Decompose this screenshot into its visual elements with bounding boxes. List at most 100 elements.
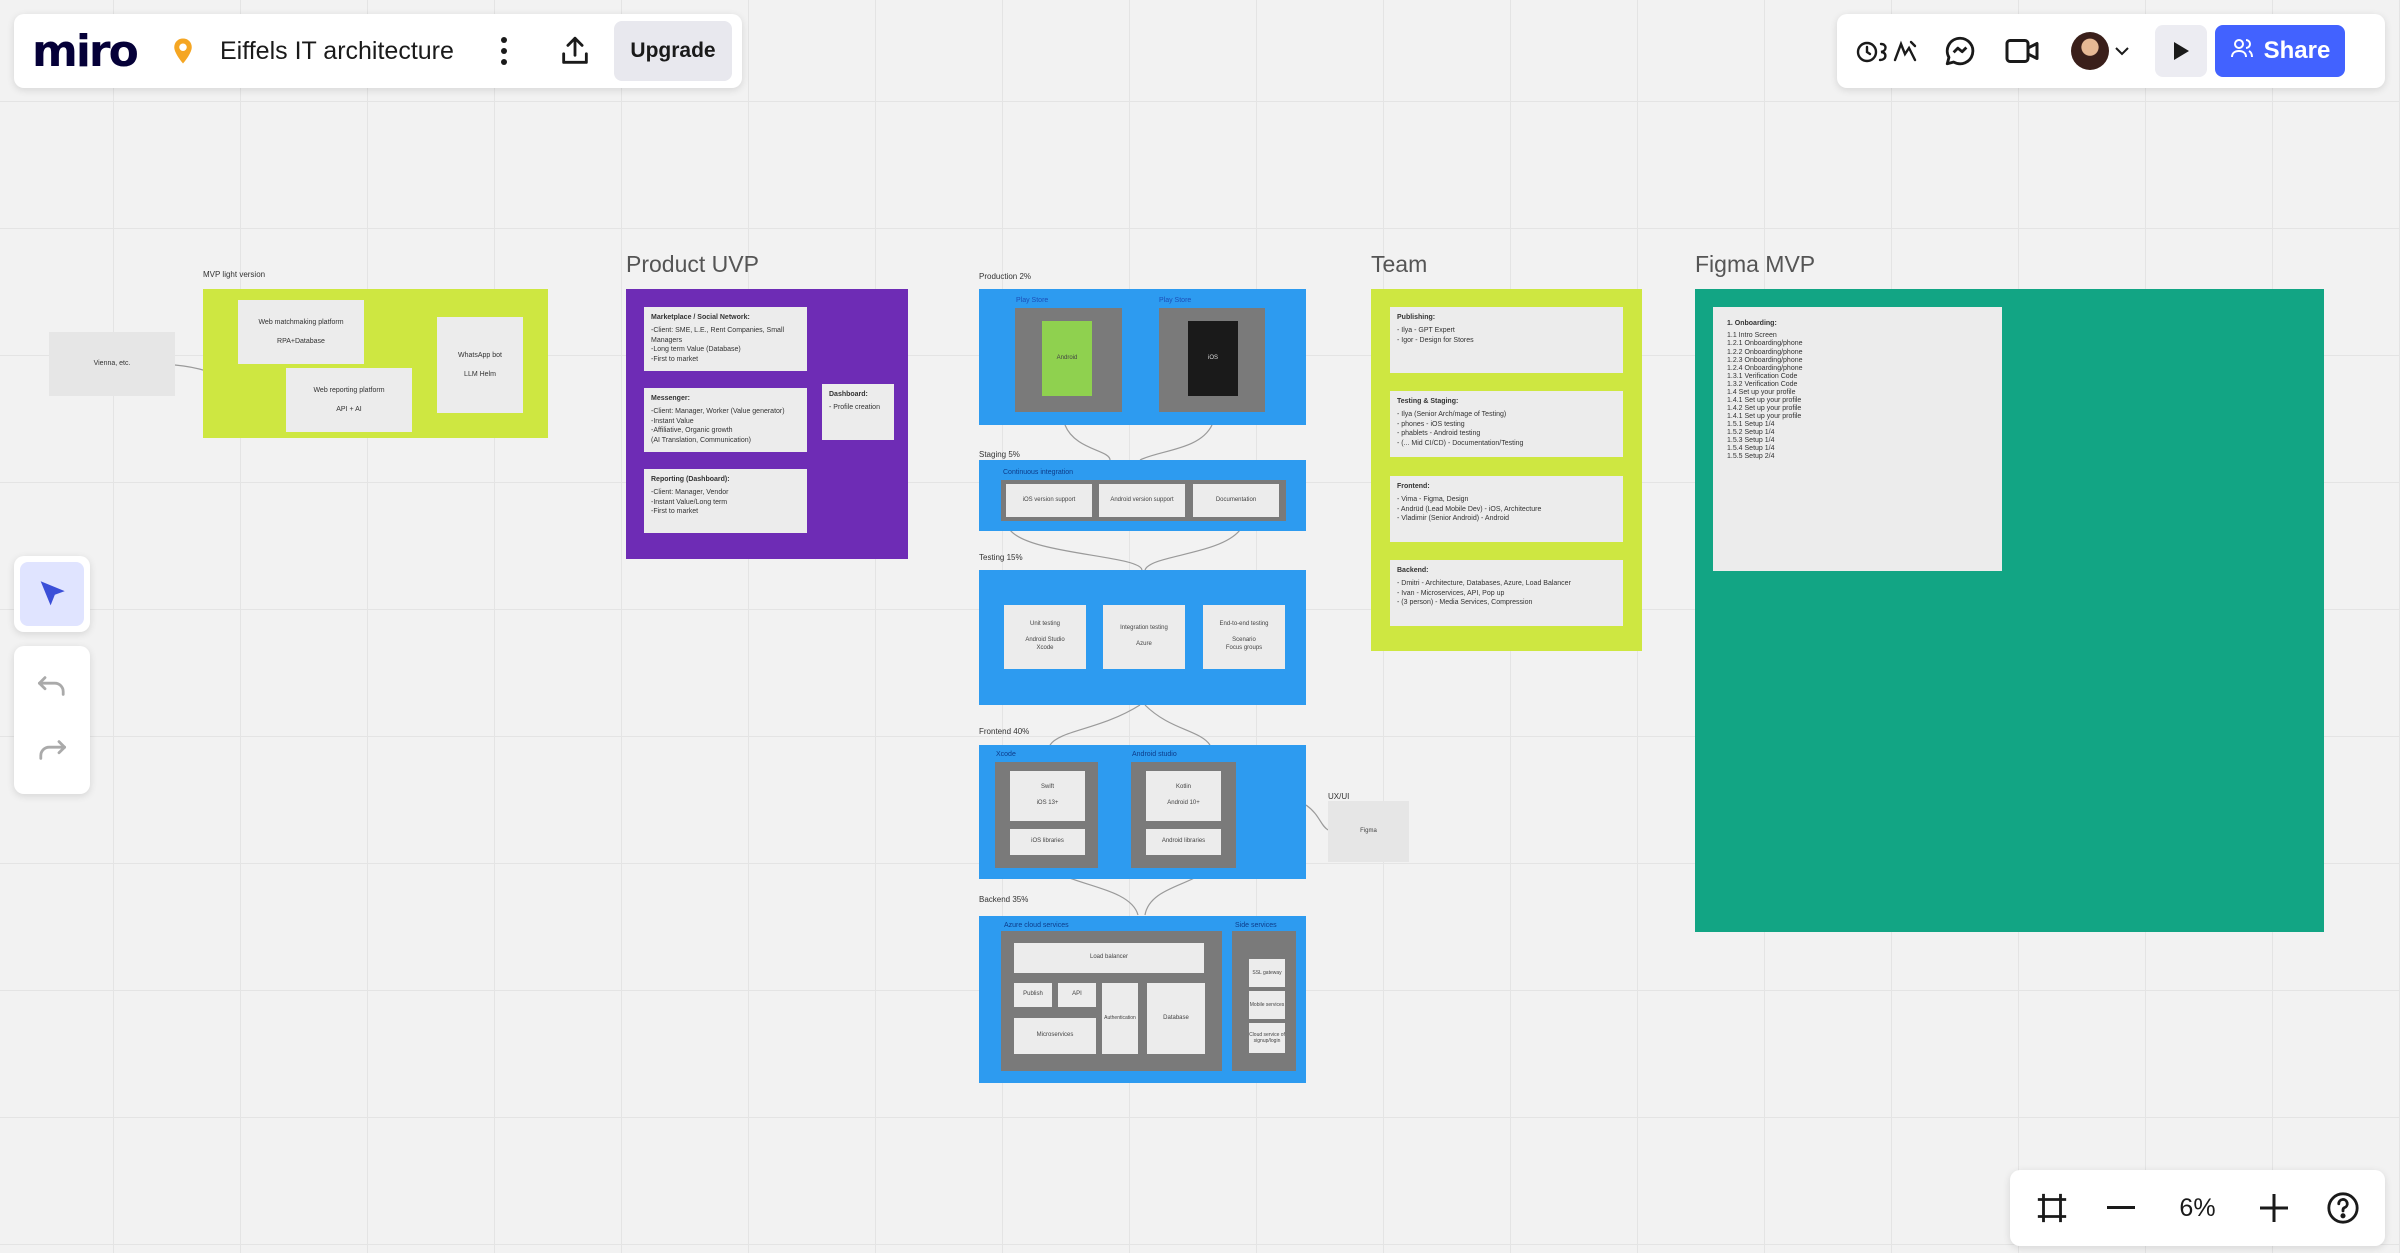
zoom-controls: 6% (2010, 1170, 2385, 1246)
mvp-whatsapp-sticky[interactable]: WhatsApp bot LLM Helm (437, 317, 523, 413)
cloud-services-sticky[interactable]: Cloud service of signup/login (1249, 1023, 1285, 1053)
kotlin-sticky[interactable]: Kotlin Android 10+ (1146, 771, 1221, 821)
team-frontend-sticky[interactable]: Frontend: - Vima - Figma, Design - Andrü… (1390, 476, 1623, 542)
uvp-reporting-text: -Client: Manager, Vendor -Instant Value/… (651, 489, 729, 516)
e2e-testing-sticky[interactable]: End-to-end testing Scenario Focus groups (1203, 605, 1285, 669)
location-pin-icon[interactable] (168, 36, 198, 66)
uvp-dashboard-title: Dashboard: (829, 391, 868, 398)
redo-icon[interactable] (35, 736, 69, 769)
mvp-platform-sticky[interactable]: Web matchmaking platform RPA+Database (238, 300, 364, 364)
figma-frame[interactable]: 1. Onboarding: 1.1 Intro Screen 1.2.1 On… (1695, 289, 2324, 932)
api-sticky[interactable]: API (1058, 983, 1096, 1007)
team-backend-title: Backend: (1397, 567, 1429, 574)
integration-testing-sticky[interactable]: Integration testing Azure (1103, 605, 1185, 669)
plus-icon[interactable] (2246, 1180, 2302, 1236)
uvp-frame[interactable]: Marketplace / Social Network: -Client: S… (626, 289, 908, 559)
swift-sticky[interactable]: Swift iOS 13+ (1010, 771, 1085, 821)
figma-frame-title: Figma MVP (1695, 251, 1816, 277)
figma-onboarding-title: 1. Onboarding: (1727, 320, 1777, 327)
frontend-label: Frontend 40% (979, 727, 1030, 736)
load-balancer-sticky[interactable]: Load balancer (1014, 943, 1204, 973)
uvp-dashboard-sticky[interactable]: Dashboard: - Profile creation (822, 384, 894, 440)
testing-frame[interactable]: Unit testing Android Studio Xcode Integr… (979, 570, 1306, 705)
mvp-reporting-sticky[interactable]: Web reporting platform API + AI (286, 368, 412, 432)
uvp-messenger-title: Messenger: (651, 395, 690, 402)
backend-label: Backend 35% (979, 895, 1029, 904)
uvp-reporting-sticky[interactable]: Reporting (Dashboard): -Client: Manager,… (644, 469, 807, 533)
chevron-down-icon[interactable] (2109, 31, 2135, 71)
minus-icon[interactable] (2093, 1180, 2149, 1236)
play-icon[interactable] (2155, 25, 2207, 77)
history-panel (14, 646, 90, 794)
mvp-client-sticky[interactable]: Vienna, etc. (49, 332, 175, 396)
export-upload-icon[interactable] (550, 26, 600, 76)
android-libraries-sticky[interactable]: Android libraries (1146, 829, 1221, 855)
ios-libraries-sticky[interactable]: iOS libraries (1010, 829, 1085, 855)
backend-frame[interactable]: Azure cloud services Side services Load … (979, 916, 1306, 1083)
help-circle-icon[interactable] (2315, 1180, 2371, 1236)
team-testing-sticky[interactable]: Testing & Staging: - Ilya (Senior Arch/m… (1390, 391, 1623, 457)
publish-sticky[interactable]: Publish (1014, 983, 1052, 1007)
android-sticky[interactable]: Android (1042, 321, 1092, 396)
microservices-sticky[interactable]: Microservices (1014, 1018, 1096, 1054)
frontend-frame[interactable]: Xcode Android studio Swift iOS 13+ iOS l… (979, 745, 1306, 879)
unit-testing-sticky[interactable]: Unit testing Android Studio Xcode (1004, 605, 1086, 669)
upgrade-button[interactable]: Upgrade (614, 21, 732, 81)
board-title[interactable]: Eiffels IT architecture (220, 37, 480, 66)
team-frame-title: Team (1371, 251, 1428, 277)
uvp-messenger-text: -Client: Manager, Worker (Value generato… (651, 408, 785, 444)
testing-label: Testing 15% (979, 553, 1023, 562)
ios-support-sticky[interactable]: iOS version support (1006, 484, 1092, 517)
team-testing-title: Testing & Staging: (1397, 398, 1459, 405)
ssl-gateway-sticky[interactable]: SSL gateway (1249, 959, 1285, 987)
figma-sticky[interactable]: Figma (1328, 801, 1409, 862)
azure-services-label: Azure cloud services (1004, 922, 1069, 929)
share-label: Share (2263, 37, 2331, 64)
uvp-marketplace-sticky[interactable]: Marketplace / Social Network: -Client: S… (644, 307, 807, 371)
cursor-arrow-icon[interactable] (20, 562, 84, 626)
mvp-frame[interactable]: Web matchmaking platform RPA+Database Wh… (203, 289, 548, 438)
undo-icon[interactable] (35, 672, 69, 705)
team-testing-text: - Ilya (Senior Arch/mage of Testing) - p… (1397, 411, 1524, 447)
video-camera-icon[interactable] (1991, 24, 2053, 78)
uvp-messenger-sticky[interactable]: Messenger: -Client: Manager, Worker (Val… (644, 388, 807, 452)
database-sticky[interactable]: Database (1147, 983, 1205, 1054)
uvp-dashboard-text: - Profile creation (829, 404, 880, 412)
android-studio-label: Android studio (1132, 751, 1177, 758)
users-icon (2230, 37, 2254, 66)
zoom-level[interactable]: 6% (2163, 1194, 2233, 1223)
side-services-label: Side services (1235, 922, 1277, 929)
uvp-frame-title: Product UVP (626, 251, 759, 277)
staging-frame[interactable]: Continuous integration iOS version suppo… (979, 460, 1306, 531)
team-frame[interactable]: Publishing: - Ilya - GPT Expert - Igor -… (1371, 289, 1642, 651)
reactions-icon[interactable] (1851, 24, 1929, 78)
kebab-menu-icon[interactable] (484, 29, 524, 73)
team-publishing-sticky[interactable]: Publishing: - Ilya - GPT Expert - Igor -… (1390, 307, 1623, 373)
share-button[interactable]: Share (2215, 25, 2345, 77)
frames-icon[interactable] (2024, 1180, 2080, 1236)
uvp-reporting-title: Reporting (Dashboard): (651, 476, 730, 483)
play-store-label-2: Play Store (1159, 297, 1192, 304)
mobile-services-sticky[interactable]: Mobile services (1249, 991, 1285, 1019)
board-canvas[interactable]: MVP light version Vienna, etc. Web match… (0, 0, 2400, 1253)
authentication-sticky[interactable]: Authentication (1102, 983, 1138, 1054)
team-backend-text: - Dmitri - Architecture, Databases, Azur… (1397, 580, 1571, 607)
android-support-sticky[interactable]: Android version support (1099, 484, 1185, 517)
team-publishing-title: Publishing: (1397, 314, 1436, 321)
mvp-frame-title: MVP light version (203, 270, 266, 279)
avatar[interactable] (2071, 32, 2109, 70)
tools-panel (14, 556, 90, 632)
production-label: Production 2% (979, 272, 1032, 281)
documentation-sticky[interactable]: Documentation (1193, 484, 1279, 517)
miro-logo[interactable]: miro (32, 26, 144, 77)
team-backend-sticky[interactable]: Backend: - Dmitri - Architecture, Databa… (1390, 560, 1623, 626)
figma-onboarding-sticky[interactable]: 1. Onboarding: 1.1 Intro Screen 1.2.1 On… (1713, 307, 2002, 571)
chat-bubble-icon[interactable] (1929, 24, 1991, 78)
board-header: miro Eiffels IT architecture Upgrade (14, 14, 742, 88)
team-publishing-text: - Ilya - GPT Expert - Igor - Design for … (1397, 327, 1474, 344)
uxui-label: UX/UI (1328, 792, 1350, 801)
ios-sticky[interactable]: iOS (1188, 321, 1238, 396)
ci-label: Continuous integration (1003, 469, 1074, 476)
collaboration-toolbar: Share (1837, 14, 2385, 88)
production-frame[interactable]: Play Store Play Store Android iOS (979, 289, 1306, 425)
